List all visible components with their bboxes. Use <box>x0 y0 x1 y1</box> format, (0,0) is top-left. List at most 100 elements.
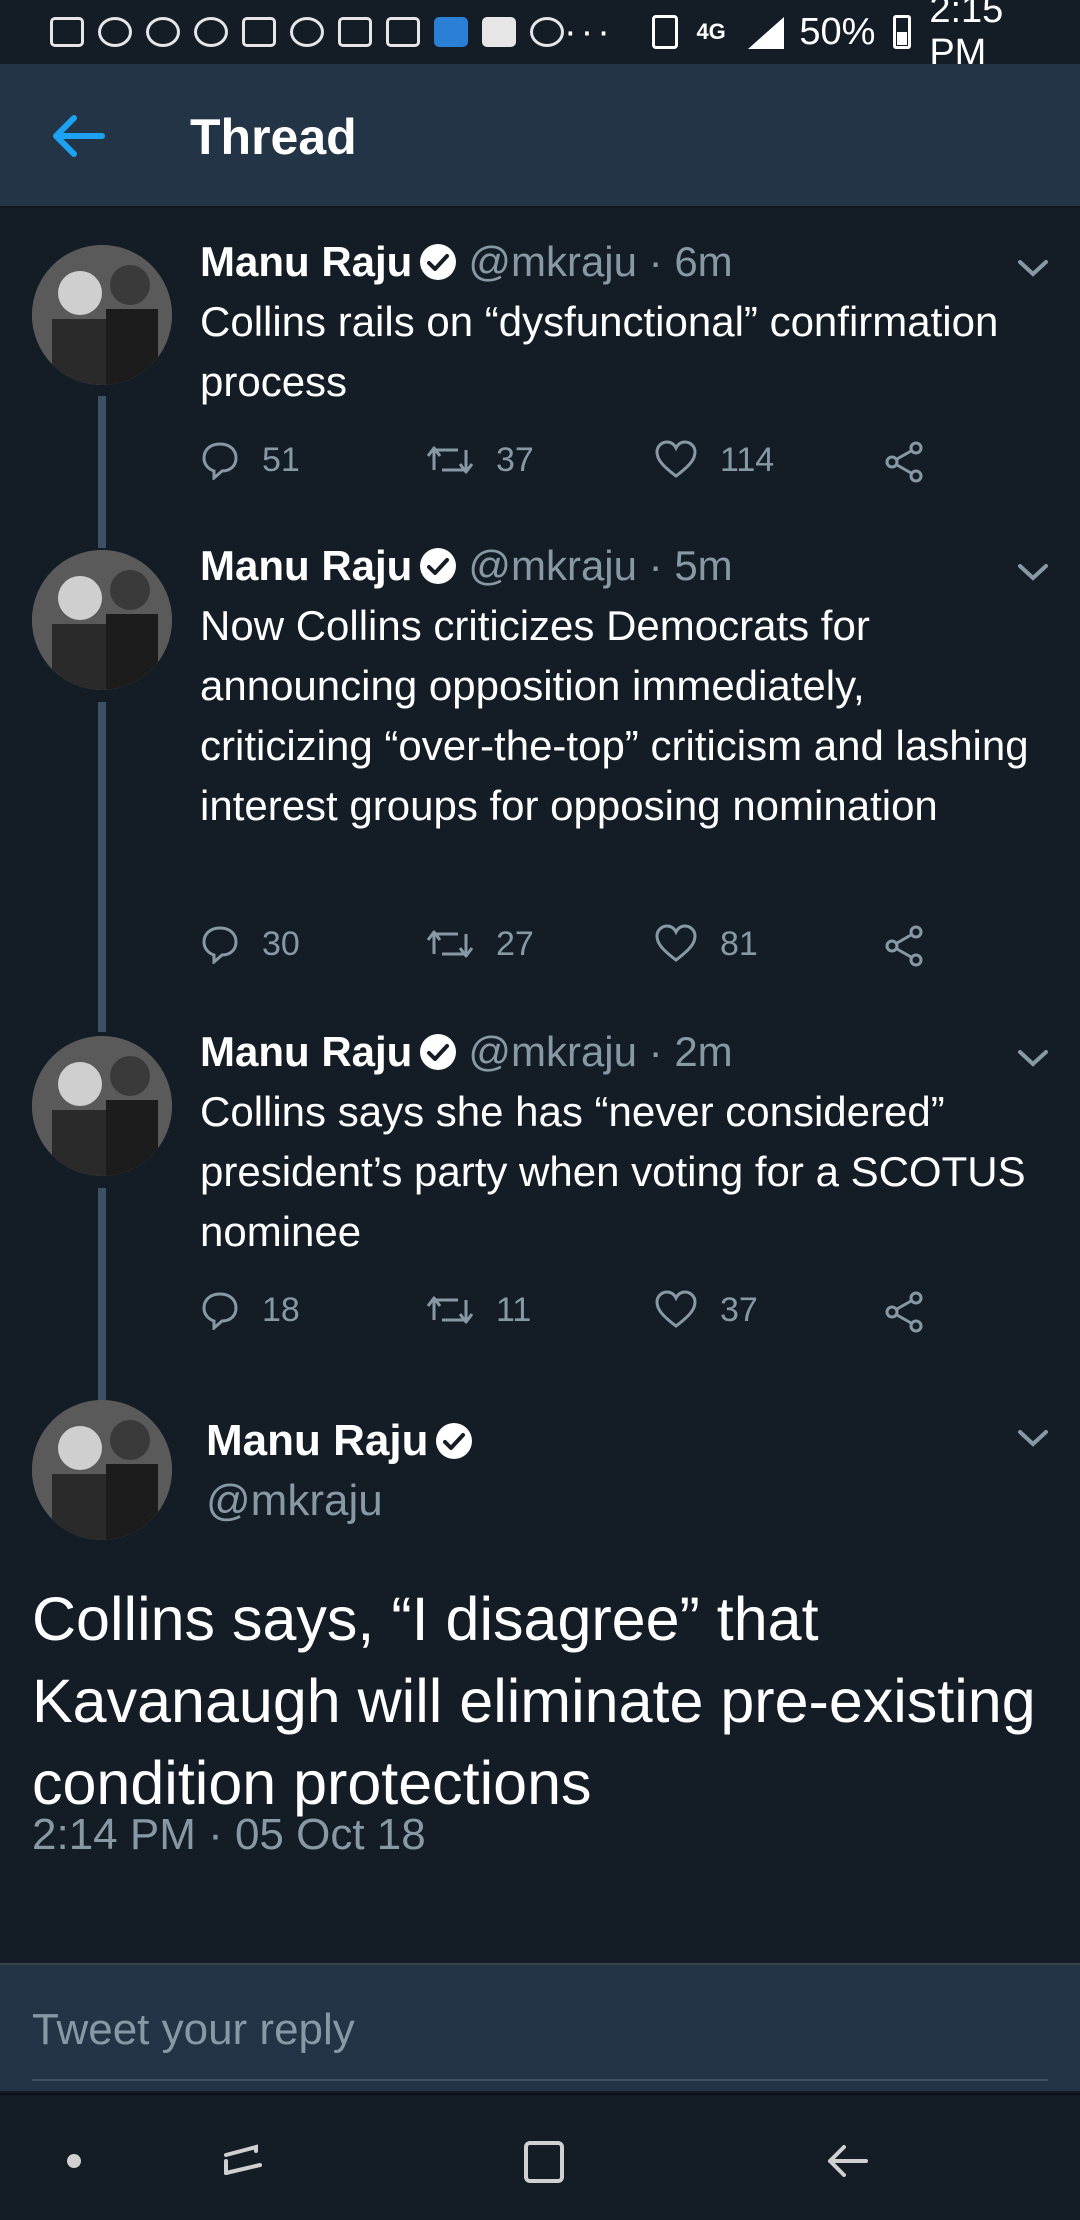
heart-icon <box>655 1290 697 1328</box>
home-button-icon[interactable] <box>518 2135 568 2185</box>
tweet-text: Collins says she has “never considered” … <box>200 1088 1026 1255</box>
reply-bar: Tweet your reply <box>0 1963 1080 2091</box>
avatar[interactable] <box>32 1400 172 1540</box>
retweet-icon <box>426 446 474 474</box>
notification-icons <box>50 17 564 47</box>
author-name-row: Manu Raju <box>206 1416 484 1466</box>
tweet-actions: 18 11 37 <box>200 1290 960 1338</box>
author-name[interactable]: Manu Raju <box>206 1416 428 1465</box>
avatar[interactable] <box>32 550 172 690</box>
back-nav-icon[interactable] <box>822 2135 872 2185</box>
chevron-down-icon[interactable] <box>1016 560 1050 584</box>
thread-connector <box>98 702 106 1032</box>
verified-badge-icon <box>418 242 458 282</box>
author-handle: @mkraju · 2m <box>468 1028 733 1075</box>
tweet-text: Now Collins criticizes Democrats for ann… <box>200 602 1029 829</box>
author-handle: @mkraju · 6m <box>468 238 733 285</box>
retweet-button[interactable]: 11 <box>426 1290 531 1330</box>
tweet-text: Collins says, “I disagree” that Kavanaug… <box>32 1585 1036 1817</box>
tweet-timestamp: 2:14 PM · 05 Oct 18 <box>32 1810 426 1859</box>
game-icon <box>98 17 132 47</box>
like-button[interactable]: 81 <box>654 924 758 964</box>
retweet-icon <box>426 1296 474 1324</box>
page-title: Thread <box>190 109 357 165</box>
reply-count: 30 <box>262 924 300 963</box>
reply-underline <box>32 2079 1048 2081</box>
share-icon <box>885 925 923 967</box>
game-icon-2 <box>146 17 180 47</box>
system-nav-bar <box>0 2093 1080 2220</box>
tweet-header: Manu Raju @mkraju · 6m <box>200 238 733 286</box>
reply-icon <box>202 1292 238 1330</box>
status-bar: ··· 4G 50% 2:15 PM <box>0 0 1080 74</box>
app-icon-2 <box>290 17 324 47</box>
tweet-actions: 51 37 114 <box>200 440 960 488</box>
calendar-icon <box>434 17 468 47</box>
reply-button[interactable]: 51 <box>200 440 300 480</box>
author-handle: @mkraju · 5m <box>468 542 733 589</box>
chevron-down-icon[interactable] <box>1016 1046 1050 1070</box>
like-count: 114 <box>720 440 775 479</box>
heart-icon <box>655 924 697 962</box>
thread-connector <box>98 512 106 548</box>
reply-button[interactable]: 30 <box>200 924 300 964</box>
verified-badge-icon <box>434 1421 474 1461</box>
author-name[interactable]: Manu Raju <box>200 542 412 589</box>
retweet-count: 11 <box>496 1290 532 1329</box>
retweet-icon <box>426 930 474 958</box>
thread-connector <box>98 1188 106 1400</box>
share-button[interactable] <box>882 1290 926 1334</box>
message-icon <box>50 17 84 47</box>
verified-badge-icon <box>418 1032 458 1072</box>
app-header: Thread <box>0 64 1080 208</box>
youtube-icon <box>482 17 516 47</box>
recent-apps-icon[interactable] <box>218 2135 268 2185</box>
author-name[interactable]: Manu Raju <box>200 1028 412 1075</box>
nfc-icon <box>651 15 679 49</box>
thread-connector <box>98 396 106 516</box>
gmail-icon <box>242 17 276 47</box>
maps-icon <box>386 17 420 47</box>
reply-icon <box>202 442 238 480</box>
author-name[interactable]: Manu Raju <box>200 238 412 285</box>
retweet-count: 27 <box>496 924 534 963</box>
avatar[interactable] <box>32 245 172 385</box>
retweet-button[interactable]: 27 <box>426 924 534 964</box>
tweet-text: Collins rails on “dysfunctional” confirm… <box>200 298 999 405</box>
chevron-down-icon[interactable] <box>1016 256 1050 280</box>
retweet-button[interactable]: 37 <box>426 440 534 480</box>
like-button[interactable]: 37 <box>654 1290 758 1330</box>
app-icon <box>194 17 228 47</box>
like-count: 37 <box>720 1290 758 1329</box>
reply-input[interactable]: Tweet your reply <box>32 2005 355 2055</box>
avatar[interactable] <box>32 1036 172 1176</box>
back-arrow-icon[interactable] <box>50 114 106 158</box>
tweet-header: Manu Raju @mkraju · 5m <box>200 542 733 590</box>
author-handle[interactable]: @mkraju <box>206 1476 383 1526</box>
voicemail-icon <box>338 17 372 47</box>
tweet-header: Manu Raju @mkraju · 2m <box>200 1028 733 1076</box>
like-button[interactable]: 114 <box>654 440 774 480</box>
tweet-actions: 30 27 81 <box>200 924 960 972</box>
verified-badge-icon <box>418 546 458 586</box>
heart-icon <box>655 440 697 478</box>
wifi-icon <box>530 17 564 47</box>
share-button[interactable] <box>882 440 926 484</box>
share-button[interactable] <box>882 924 926 968</box>
retweet-count: 37 <box>496 440 534 479</box>
share-icon <box>885 441 923 483</box>
signal-icon <box>744 15 784 49</box>
reply-icon <box>202 926 238 964</box>
thread-connector <box>98 998 106 1032</box>
reply-count: 51 <box>262 440 300 479</box>
nav-dot-icon[interactable] <box>64 2135 84 2185</box>
reply-count: 18 <box>262 1290 300 1329</box>
reply-button[interactable]: 18 <box>200 1290 300 1330</box>
network-type: 4G <box>696 19 726 44</box>
battery-percent: 50% <box>799 10 876 53</box>
battery-icon <box>893 15 912 49</box>
chevron-down-icon[interactable] <box>1016 1426 1050 1450</box>
like-count: 81 <box>720 924 758 963</box>
more-notifications-icon: ··· <box>564 10 614 53</box>
share-icon <box>885 1291 923 1333</box>
